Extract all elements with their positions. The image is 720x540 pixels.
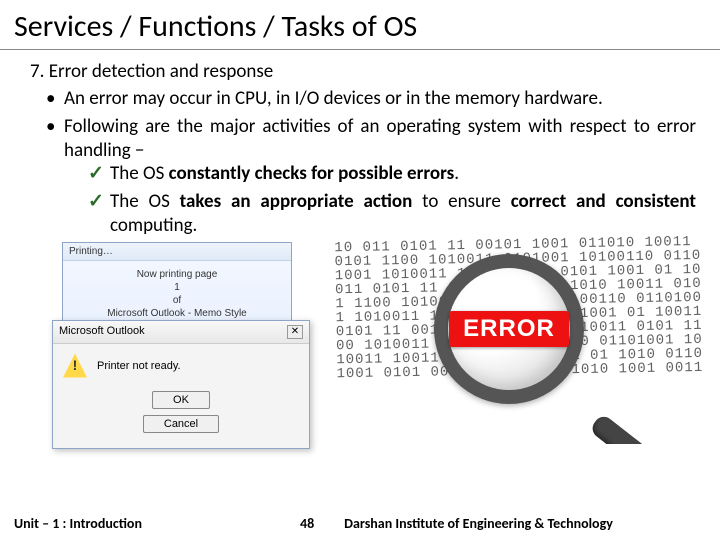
cancel-button[interactable]: Cancel [143, 415, 219, 433]
slide-title: Services / Functions / Tasks of OS [0, 0, 720, 50]
check-2: The OS takes an appropriate action to en… [88, 190, 696, 238]
warning-icon [63, 354, 87, 378]
printing-dialog: Printing… Now printing page 1 of Microso… [62, 242, 292, 332]
footer-institute: Darshan Institute of Engineering & Techn… [344, 515, 706, 532]
slide-body: 7. Error detection and response An error… [0, 60, 720, 442]
printing-line-2: 1 [71, 282, 283, 293]
printing-line-4: Microsoft Outlook - Memo Style [71, 308, 283, 319]
numbered-item: 7. Error detection and response [24, 60, 696, 83]
printing-dialog-title: Printing… [69, 246, 113, 257]
check-1: The OS constantly checks for possible er… [88, 162, 696, 186]
magnifier-icon: ERROR [434, 254, 624, 444]
close-icon[interactable]: ✕ [287, 325, 303, 339]
error-magnifier-graphic: 10 011 0101 11 00101 1001 011010 10011 0… [334, 236, 714, 444]
footer-page-number: 48 [300, 515, 314, 532]
item-heading: Error detection and response [49, 60, 274, 83]
footer-unit: Unit – 1 : Introduction [14, 515, 142, 532]
ok-button[interactable]: OK [152, 391, 210, 409]
outlook-dialog-title: Microsoft Outlook [59, 325, 145, 339]
error-badge: ERROR [449, 311, 569, 347]
bullet-2: Following are the major activities of an… [46, 115, 696, 238]
slide-footer: Unit – 1 : Introduction 48 Darshan Insti… [0, 509, 720, 540]
outlook-error-dialog: Microsoft Outlook ✕ Printer not ready. O… [52, 320, 310, 449]
printing-line-1: Now printing page [71, 269, 283, 280]
printing-line-3: of [71, 295, 283, 306]
illustration-area: Printing… Now printing page 1 of Microso… [24, 242, 696, 442]
item-number: 7. [30, 60, 44, 83]
outlook-error-message: Printer not ready. [97, 360, 181, 372]
bullet-1: An error may occur in CPU, in I/O device… [46, 87, 696, 111]
